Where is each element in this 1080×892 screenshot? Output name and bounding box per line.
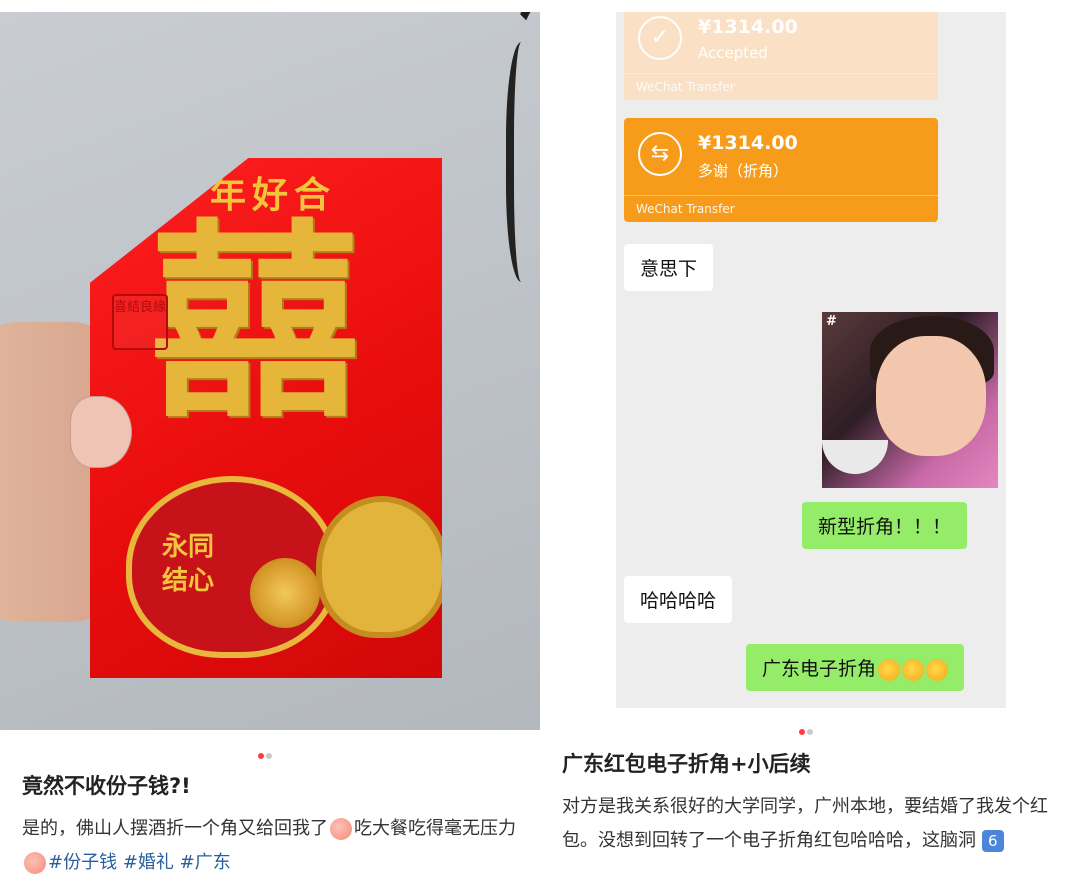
- transfer-card-accepted[interactable]: ✓ ¥1314.00 Accepted WeChat Transfer: [624, 12, 938, 100]
- transfer-amount: ¥1314.00: [698, 132, 798, 154]
- fingernail: [70, 396, 132, 468]
- sticker-face: [876, 336, 986, 456]
- laughing-emoji-icon: [926, 658, 949, 681]
- flower-ornament: [250, 558, 320, 628]
- transfer-footer: WeChat Transfer: [636, 80, 735, 94]
- laughing-emoji-icon: [878, 658, 901, 681]
- cable-decoration-2: [506, 42, 540, 282]
- hashtag-link[interactable]: #广东: [180, 852, 231, 873]
- red-envelope: 年好合 囍 喜結良緣 永同 结心: [90, 158, 442, 678]
- double-happiness-character: 囍: [150, 199, 361, 446]
- transfer-card-sent[interactable]: ⇆ ¥1314.00 多谢（折角） WeChat Transfer: [624, 118, 938, 222]
- post-title-left: 竟然不收份子钱?!: [22, 774, 191, 798]
- sticker-bowl: [822, 440, 888, 474]
- hashtag-link[interactable]: #份子钱: [48, 852, 117, 873]
- carousel-dot[interactable]: [807, 729, 813, 735]
- carousel-dots-right: [798, 720, 814, 739]
- peach-face-emoji-icon: [330, 818, 352, 840]
- envelope-seal: 喜結良緣: [112, 294, 168, 350]
- post-body-right: 对方是我关系很好的大学同学，广州本地，要结婚了我发个红包。没想到回转了一个电子折…: [562, 796, 1048, 852]
- carousel-dot-active[interactable]: [258, 753, 264, 759]
- hashtag-link[interactable]: #婚礼: [123, 852, 174, 873]
- carousel-dot[interactable]: [266, 753, 272, 759]
- message-bubble-outgoing[interactable]: 新型折角！！！: [802, 502, 968, 549]
- post-body-left: 是的，佛山人摆酒折一个角又给回我了 吃大餐吃得毫无压力#份子钱 #婚礼 #广东: [22, 818, 516, 874]
- message-text: 广东电子折角: [762, 658, 877, 680]
- message-bubble-outgoing[interactable]: 广东电子折角: [746, 644, 965, 691]
- transfer-amount: ¥1314.00: [698, 16, 798, 38]
- sticker-image[interactable]: #: [822, 312, 998, 488]
- divider: [624, 73, 938, 74]
- heart-text: 永同 结心: [162, 532, 215, 596]
- check-icon: ✓: [638, 16, 682, 60]
- message-bubble-incoming[interactable]: 意思下: [624, 244, 714, 291]
- laughing-emoji-icon: [902, 658, 925, 681]
- carousel-dot-active[interactable]: [799, 729, 805, 735]
- transfer-note: 多谢（折角）: [698, 162, 789, 180]
- carousel-dots-left: [257, 744, 273, 763]
- sticker-hash: #: [826, 314, 837, 329]
- keycap-six-emoji-icon: 6: [981, 830, 1004, 852]
- peach-face-emoji-icon: [24, 852, 46, 874]
- transfer-status: Accepted: [698, 44, 768, 62]
- transfer-arrows-icon: ⇆: [638, 132, 682, 176]
- message-bubble-incoming[interactable]: 哈哈哈哈: [624, 576, 733, 623]
- heart-ornament-small: [316, 496, 442, 638]
- post-photo-red-envelope[interactable]: 年好合 囍 喜結良緣 永同 结心: [0, 12, 540, 730]
- chat-screenshot[interactable]: ✓ ¥1314.00 Accepted WeChat Transfer ⇆ ¥1…: [616, 12, 1006, 708]
- post-title-right: 广东红包电子折角+小后续: [562, 752, 811, 776]
- transfer-footer: WeChat Transfer: [636, 202, 735, 216]
- divider: [624, 195, 938, 196]
